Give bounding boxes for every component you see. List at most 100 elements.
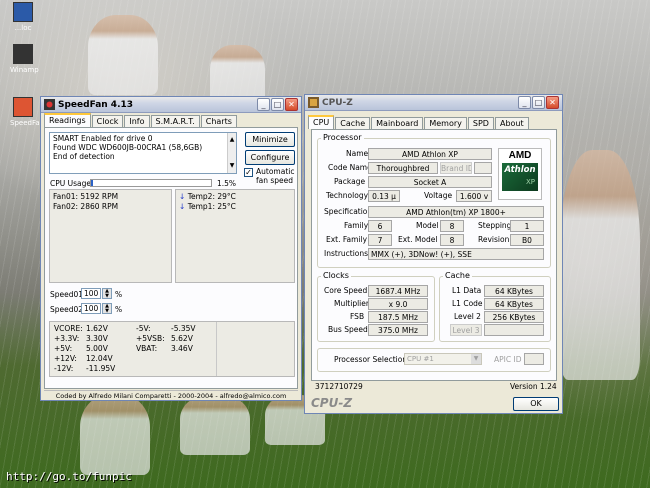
bus-speed-label: Bus Speed (328, 325, 368, 334)
stepping-value: 1 (510, 220, 544, 232)
log-line: SMART Enabled for drive 0 (53, 134, 153, 143)
log-scrollbar[interactable]: ▲ ▼ (227, 133, 236, 173)
tab-smart[interactable]: S.M.A.R.T. (150, 115, 200, 127)
fan-reading: Fan01: 5192 RPM (53, 192, 119, 201)
amd-logo-text: AMD (508, 150, 532, 161)
speed01-input[interactable]: 100 (81, 288, 101, 299)
version-label: Version 1.24 (510, 382, 557, 391)
l1-data-label: L1 Data (452, 286, 482, 295)
minimize-window-button[interactable]: _ (518, 96, 531, 109)
model-label: Model (416, 221, 439, 230)
wallpaper-figure (560, 150, 640, 380)
volt-value: -5.35V (171, 324, 196, 333)
model-value: 8 (440, 220, 464, 232)
tab-about[interactable]: About (494, 117, 529, 129)
athlon-badge: Athlon XP (502, 163, 538, 191)
multiplier-label: Multiplier (334, 299, 369, 308)
tab-memory[interactable]: Memory (424, 117, 467, 129)
close-window-button[interactable]: ✕ (285, 98, 298, 111)
speed02-input[interactable]: 100 (81, 303, 101, 314)
processor-selection-dropdown[interactable]: CPU #1 ▼ (404, 353, 482, 365)
minimize-button[interactable]: Minimize (245, 132, 295, 147)
revision-value: B0 (510, 234, 544, 246)
temp-reading: ↓ Temp1: 25°C (179, 202, 236, 211)
cache-group-title: Cache (443, 271, 472, 280)
speed02-stepper[interactable]: ▲ ▼ (102, 303, 112, 314)
xp-logo-text: XP (525, 178, 535, 186)
log-line: End of detection (53, 152, 115, 161)
volt-value: 5.62V (171, 334, 193, 343)
desktop-icon-speedfan[interactable]: SpeedFan (10, 97, 44, 127)
wallpaper-figure (80, 395, 150, 475)
name-label: Name (346, 149, 369, 158)
instructions-label: Instructions (324, 249, 369, 258)
wallpaper-figure (88, 15, 158, 95)
maximize-window-button[interactable]: □ (532, 96, 545, 109)
l1-data-value: 64 KBytes (484, 285, 544, 297)
core-speed-value: 1687.4 MHz (368, 285, 428, 297)
name-value: AMD Athlon XP (368, 148, 492, 160)
volt-name: -5V: (136, 324, 151, 333)
speedfan-titlebar[interactable]: SpeedFan 4.13 _ □ ✕ (41, 97, 301, 113)
tab-mainboard[interactable]: Mainboard (371, 117, 424, 129)
level3-label: Level 3 (450, 324, 482, 336)
wallpaper-figure (180, 395, 250, 455)
family-label: Family (344, 221, 369, 230)
speed01-stepper[interactable]: ▲ ▼ (102, 288, 112, 299)
ext-family-value: 7 (368, 234, 392, 246)
amd-athlon-xp-logo: AMD Athlon XP (498, 148, 542, 200)
volt-values-left: 1.62V 3.30V 5.00V 12.04V -11.95V (86, 324, 136, 374)
voltage-label: Voltage (424, 191, 453, 200)
revision-label: Revision (478, 235, 510, 244)
ok-button[interactable]: OK (513, 397, 559, 411)
apic-id-value (524, 353, 544, 365)
desktop-icon-winamp[interactable]: Winamp (10, 44, 39, 74)
apic-id-label: APIC ID (494, 355, 522, 364)
fsb-label: FSB (350, 312, 365, 321)
voltages-box: VCORE: +3.3V: +5V: +12V: -12V: 1.62V 3.3… (49, 321, 295, 377)
status-bar: Coded by Alfredo Milani Comparetti - 200… (44, 390, 298, 400)
detection-log[interactable]: SMART Enabled for drive 0 Found WDC WD60… (49, 132, 237, 174)
bus-speed-value: 375.0 MHz (368, 324, 428, 336)
ext-family-label: Ext. Family (326, 235, 368, 244)
cpuz-titlebar[interactable]: CPU-Z _ □ ✕ (305, 95, 562, 111)
cpu-icon (308, 97, 319, 108)
speedfan-icon (13, 97, 33, 117)
volt-value: 3.46V (171, 344, 193, 353)
cpuid-value: 3712710729 (315, 382, 363, 391)
tab-clock[interactable]: Clock (91, 115, 124, 127)
tab-cpu[interactable]: CPU (308, 115, 335, 129)
tab-readings[interactable]: Readings (44, 113, 91, 127)
close-window-button[interactable]: ✕ (546, 96, 559, 109)
auto-fan-checkbox[interactable]: ✓ (244, 168, 253, 177)
specification-label: Specification (324, 207, 373, 216)
processor-selection-value: CPU #1 (407, 355, 434, 363)
tab-spd[interactable]: SPD (467, 117, 494, 129)
volt-value: 3.30V (86, 334, 108, 343)
fan-readings-box: Fan01: 5192 RPM Fan02: 2860 RPM (49, 189, 172, 283)
specification-value: AMD Athlon(tm) XP 1800+ (368, 206, 544, 218)
tab-charts[interactable]: Charts (200, 115, 237, 127)
tab-info[interactable]: Info (124, 115, 150, 127)
cpu-usage-bar (90, 179, 212, 187)
codename-label: Code Name (328, 163, 372, 172)
level2-label: Level 2 (454, 312, 481, 321)
package-label: Package (334, 177, 366, 186)
volt-value: 12.04V (86, 354, 113, 363)
winamp-icon (13, 44, 33, 64)
desktop-icon[interactable]: ...loc (10, 2, 36, 32)
volt-name: VBAT: (136, 344, 158, 353)
brand-id-label: Brand ID (440, 162, 472, 174)
volt-names-right: -5V: +5VSB: VBAT: (136, 324, 176, 354)
minimize-window-button[interactable]: _ (257, 98, 270, 111)
fan-reading: Fan02: 2860 RPM (53, 202, 119, 211)
configure-button[interactable]: Configure (245, 150, 295, 165)
speedfan-tabs: Readings Clock Info S.M.A.R.T. Charts (41, 113, 301, 127)
stepping-label: Stepping (478, 221, 512, 230)
cpuz-brand-footer: CPU-Z (311, 396, 353, 410)
maximize-window-button[interactable]: □ (271, 98, 284, 111)
multiplier-value: x 9.0 (368, 298, 428, 310)
processor-group-title: Processor (321, 133, 364, 142)
tab-cache[interactable]: Cache (335, 117, 371, 129)
window-title: CPU-Z (322, 97, 353, 108)
